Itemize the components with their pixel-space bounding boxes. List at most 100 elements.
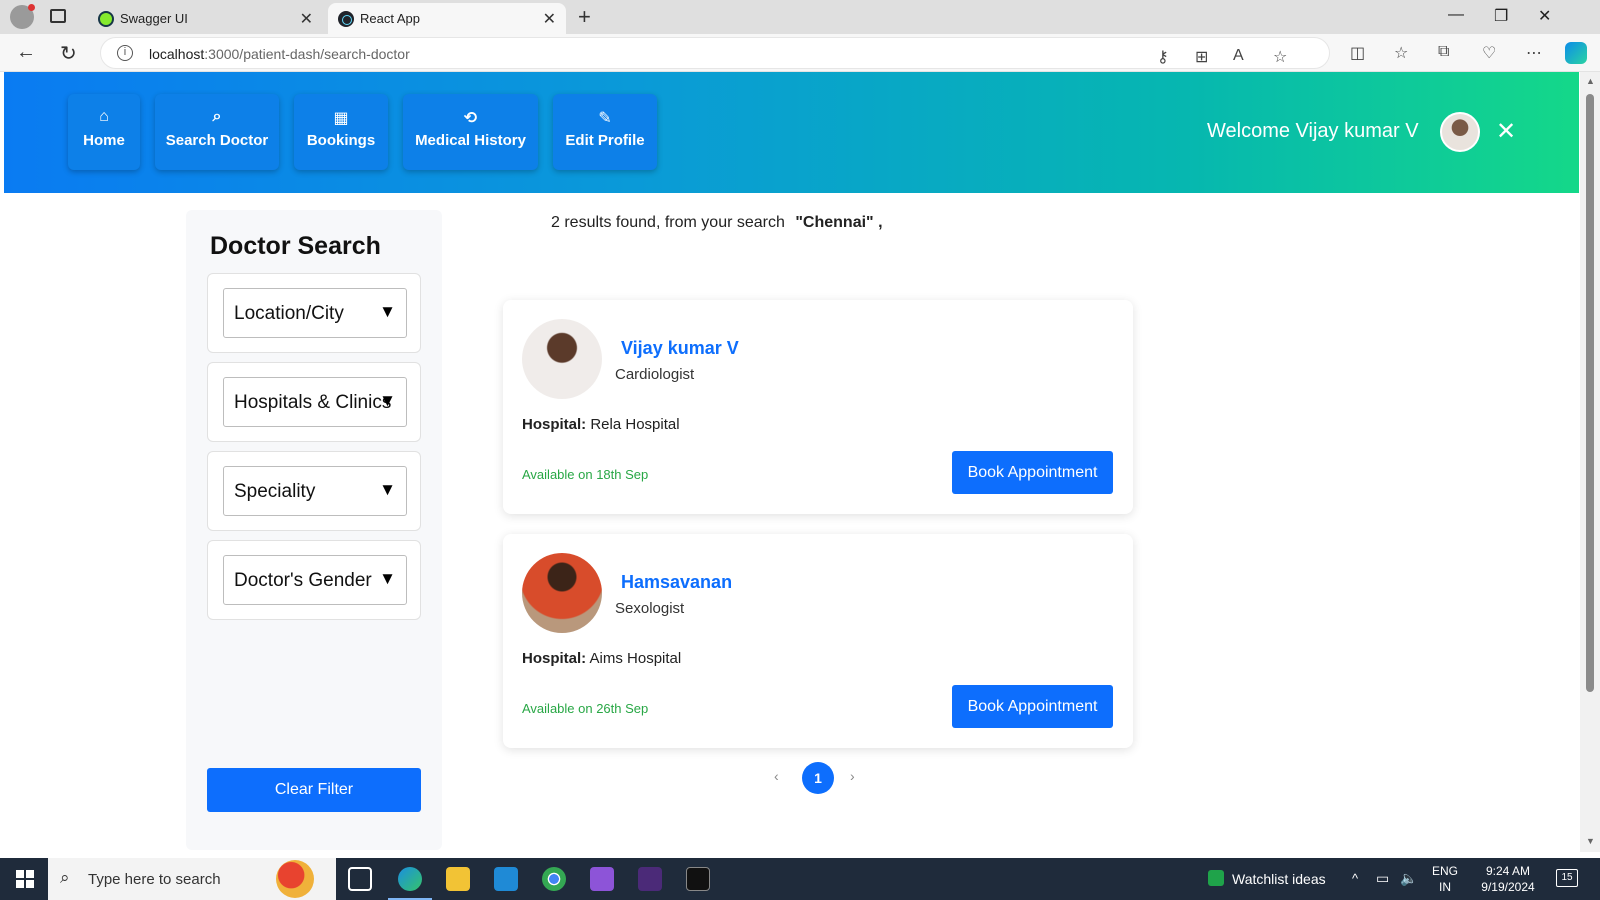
collections-icon[interactable]: ⧉ xyxy=(1438,43,1449,61)
select-value: Location/City xyxy=(234,303,344,324)
user-avatar[interactable] xyxy=(1440,112,1480,152)
pencil-icon: ✎ xyxy=(598,110,612,127)
refresh-icon[interactable]: ↻ xyxy=(60,41,77,66)
doctor-search-sidebar: Doctor Search Location/City ▼ Hospitals … xyxy=(186,210,442,850)
app-viewport: ⌂ Home ⌕ Search Doctor ▦ Bookings ⟲ Medi… xyxy=(4,72,1579,852)
language-indicator[interactable]: ENG IN xyxy=(1430,863,1460,895)
new-tab-icon[interactable]: + xyxy=(578,4,591,30)
select-value: Speciality xyxy=(234,481,316,502)
tray-chevron-icon[interactable]: ^ xyxy=(1352,871,1358,887)
copilot-icon[interactable] xyxy=(1565,42,1587,64)
notifications-icon[interactable]: 15 xyxy=(1556,869,1578,887)
hospital-label: Hospital: xyxy=(522,416,587,433)
apps-icon[interactable]: ⊞ xyxy=(1195,47,1208,67)
home-icon: ⌂ xyxy=(99,108,109,125)
edge-browser-icon[interactable] xyxy=(388,867,432,900)
nav-label: Edit Profile xyxy=(565,132,645,149)
page-button-current[interactable]: 1 xyxy=(802,762,834,794)
doctor-name[interactable]: Hamsavanan xyxy=(621,572,732,593)
nav-medical-history-button[interactable]: ⟲ Medical History xyxy=(403,94,538,170)
watchlist-text[interactable]: Watchlist ideas xyxy=(1232,871,1326,887)
read-aloud-icon[interactable]: A xyxy=(1233,47,1244,65)
volume-icon[interactable]: 🔈 xyxy=(1400,870,1417,886)
browser-essentials-icon[interactable]: ♡ xyxy=(1482,43,1496,63)
nav-label: Medical History xyxy=(415,132,526,149)
nav-search-doctor-button[interactable]: ⌕ Search Doctor xyxy=(155,94,279,170)
url-text[interactable]: localhost:3000/patient-dash/search-docto… xyxy=(149,46,410,62)
site-info-icon[interactable]: i xyxy=(117,45,133,61)
file-explorer-icon[interactable] xyxy=(446,867,470,891)
caret-down-icon: ▼ xyxy=(379,302,396,321)
react-favicon-icon xyxy=(338,11,354,27)
tab-close-icon[interactable]: ✕ xyxy=(543,9,556,29)
command-prompt-icon[interactable] xyxy=(686,867,710,891)
tab-actions-icon[interactable] xyxy=(50,9,66,23)
windows-taskbar: ⌕ Type here to search Watchlist ideas ^ … xyxy=(0,858,1600,900)
chevron-right-icon[interactable]: › xyxy=(850,768,855,784)
scroll-down-icon[interactable]: ▼ xyxy=(1586,836,1595,846)
results-count-text: 2 results found, from your search xyxy=(551,214,785,231)
clear-filter-button[interactable]: Clear Filter xyxy=(207,768,421,812)
window-close-icon[interactable]: ✕ xyxy=(1538,6,1551,26)
chevron-left-icon[interactable]: ‹ xyxy=(774,768,779,784)
doctor-card: Vijay kumar V Cardiologist Hospital: Rel… xyxy=(503,300,1133,514)
caret-down-icon: ▼ xyxy=(379,569,396,588)
filter-hospitals: Hospitals & Clinics ▼ xyxy=(207,362,421,442)
search-icon: ⌕ xyxy=(60,868,70,887)
book-appointment-button[interactable]: Book Appointment xyxy=(952,451,1113,494)
speciality-select[interactable]: Speciality ▼ xyxy=(223,466,407,516)
terminal-icon[interactable] xyxy=(638,867,662,891)
scroll-up-icon[interactable]: ▲ xyxy=(1586,76,1595,86)
favorites-icon[interactable]: ☆ xyxy=(1394,43,1408,63)
page-scrollbar[interactable]: ▲ ▼ xyxy=(1580,72,1600,852)
browser-tab-swagger[interactable]: Swagger UI ✕ xyxy=(88,3,323,34)
search-query: "Chennai" , xyxy=(795,214,883,231)
taskbar-search-placeholder: Type here to search xyxy=(88,871,221,888)
doctor-name[interactable]: Vijay kumar V xyxy=(621,338,739,359)
nav-label: Search Doctor xyxy=(165,132,269,149)
doctor-speciality: Sexologist xyxy=(615,600,685,617)
browser-tab-react-app[interactable]: React App ✕ xyxy=(328,3,566,34)
welcome-text: Welcome Vijay kumar V xyxy=(1207,120,1419,142)
caret-down-icon: ▼ xyxy=(379,391,396,410)
task-view-icon[interactable] xyxy=(348,867,372,891)
nav-bookings-button[interactable]: ▦ Bookings xyxy=(294,94,388,170)
url-path: :3000/patient-dash/search-doctor xyxy=(204,46,410,62)
scrollbar-thumb[interactable] xyxy=(1586,94,1594,692)
network-icon[interactable]: ▭ xyxy=(1376,870,1389,886)
more-options-icon[interactable]: ⋯ xyxy=(1526,43,1542,63)
location-select[interactable]: Location/City ▼ xyxy=(223,288,407,338)
calendar-icon: ▦ xyxy=(333,110,349,127)
filter-gender: Doctor's Gender ▼ xyxy=(207,540,421,620)
profile-icon[interactable] xyxy=(10,4,35,29)
address-bar[interactable]: i localhost:3000/patient-dash/search-doc… xyxy=(100,37,1330,69)
tab-title: React App xyxy=(360,11,420,26)
key-icon[interactable]: ⚷ xyxy=(1157,47,1169,67)
language-text: ENG xyxy=(1431,864,1458,878)
chrome-icon[interactable] xyxy=(542,867,566,891)
gender-select[interactable]: Doctor's Gender ▼ xyxy=(223,555,407,605)
favorite-star-icon[interactable]: ☆ xyxy=(1273,47,1287,67)
filter-location: Location/City ▼ xyxy=(207,273,421,353)
book-appointment-button[interactable]: Book Appointment xyxy=(952,685,1113,728)
doctor-photo xyxy=(522,553,602,633)
visual-studio-icon[interactable] xyxy=(590,867,614,891)
split-screen-icon[interactable]: ◫ xyxy=(1350,43,1365,63)
windows-start-icon[interactable] xyxy=(16,870,34,888)
nav-edit-profile-button[interactable]: ✎ Edit Profile xyxy=(553,94,657,170)
restore-icon[interactable]: ❐ xyxy=(1494,6,1508,26)
taskbar-search[interactable]: ⌕ Type here to search xyxy=(48,858,336,900)
browser-tab-strip: Swagger UI ✕ React App ✕ + — ❐ ✕ xyxy=(0,0,1600,34)
nav-home-button[interactable]: ⌂ Home xyxy=(68,94,140,170)
clock[interactable]: 9:24 AM 9/19/2024 xyxy=(1474,863,1542,895)
tab-close-icon[interactable]: ✕ xyxy=(300,9,313,29)
app-header: ⌂ Home ⌕ Search Doctor ▦ Bookings ⟲ Medi… xyxy=(4,72,1579,193)
hospitals-select[interactable]: Hospitals & Clinics ▼ xyxy=(223,377,407,427)
close-icon[interactable]: ✕ xyxy=(1496,117,1516,146)
vscode-icon[interactable] xyxy=(494,867,518,891)
back-icon[interactable]: ← xyxy=(16,41,36,64)
swagger-favicon-icon xyxy=(98,11,114,27)
clock-date: 9/19/2024 xyxy=(1481,880,1535,894)
minimize-icon[interactable]: — xyxy=(1448,6,1464,24)
hospital-label: Hospital: xyxy=(522,650,587,667)
